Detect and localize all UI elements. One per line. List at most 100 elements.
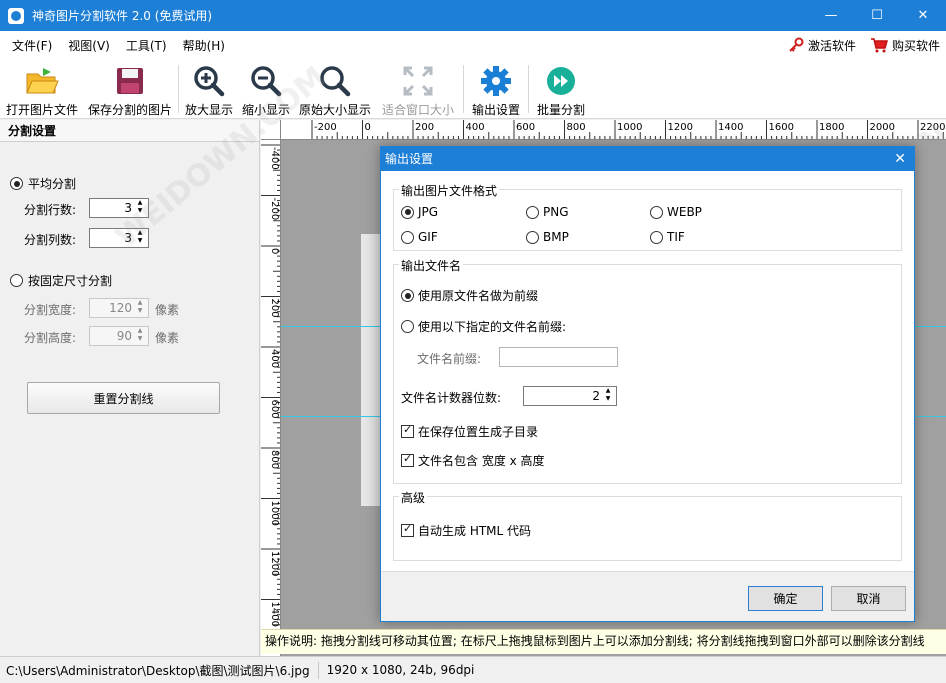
ruler-label: 800	[269, 450, 280, 469]
zoom-out-label: 缩小显示	[241, 103, 290, 117]
ruler-top-ticks: -200 0 200 400 600 800 1000 1200 1400 1600 1800 200…	[311, 120, 945, 139]
format-jpg-radio[interactable]: JPG	[401, 205, 438, 219]
auto-html-checkbox[interactable]: 自动生成 HTML 代码	[401, 522, 531, 539]
counter-stepper[interactable]: 2 ▲ ▼	[523, 386, 617, 406]
ruler-left-ticks: -400 -200 0 200 400 600 800 1000 1200 1400	[261, 144, 280, 646]
zoom-out-button[interactable]: 缩小显示	[237, 59, 295, 119]
image-info: 1920 x 1080, 24b, 96dpi	[326, 663, 475, 677]
height-stepper[interactable]: 90 ▲ ▼	[89, 326, 149, 346]
save-split-button[interactable]: 保存分割的图片	[84, 59, 176, 119]
save-split-label: 保存分割的图片	[87, 103, 172, 117]
format-tif-label: TIF	[667, 230, 685, 244]
menu-help[interactable]: 帮助(H)	[175, 37, 233, 54]
auto-html-label: 自动生成 HTML 代码	[418, 524, 532, 538]
zoom-in-label: 放大显示	[184, 103, 233, 117]
menu-view[interactable]: 视图(V)	[60, 37, 118, 54]
ruler-label: -400	[269, 147, 280, 170]
minimize-button[interactable]: —	[808, 0, 854, 31]
cancel-button[interactable]: 取消	[831, 586, 906, 611]
ruler-label: 2000	[870, 122, 895, 133]
format-tif-radio[interactable]: TIF	[650, 230, 685, 244]
ruler-label: 400	[269, 349, 280, 368]
maximize-button[interactable]: ☐	[854, 0, 900, 31]
format-jpg-label: JPG	[418, 205, 439, 219]
output-settings-dialog: 输出设置 ✕ 输出图片文件格式 JPG PNG WEBP GIF BMP TIF…	[380, 146, 915, 622]
stepper-arrows-icon[interactable]: ▲ ▼	[134, 229, 146, 247]
format-png-radio[interactable]: PNG	[526, 205, 569, 219]
menu-tools[interactable]: 工具(T)	[118, 37, 175, 54]
buy-link[interactable]: 购买软件	[870, 37, 940, 54]
ruler-left[interactable]: -400 -200 0 200 400 600 800 1000 1200 1400	[261, 140, 281, 656]
use-custom-prefix-label: 使用以下指定的文件名前缀:	[418, 320, 567, 334]
checkbox-indicator	[401, 452, 414, 467]
zoom-out-icon	[251, 66, 282, 97]
stepper-arrows-icon[interactable]: ▲ ▼	[134, 327, 146, 345]
dialog-footer: 确定 取消	[381, 571, 914, 621]
app-icon	[8, 7, 24, 24]
floppy-disk-icon	[117, 68, 143, 94]
ruler-label: 600	[516, 122, 535, 133]
width-stepper[interactable]: 120 ▲ ▼	[89, 298, 149, 318]
dialog-close-icon[interactable]: ✕	[894, 147, 906, 171]
output-settings-button[interactable]: 输出设置	[466, 59, 526, 119]
use-custom-prefix-radio[interactable]: 使用以下指定的文件名前缀:	[401, 318, 566, 335]
radio-indicator	[10, 274, 23, 287]
rows-stepper[interactable]: 3 ▲ ▼	[89, 198, 149, 218]
fit-window-button[interactable]: 适合窗口大小	[375, 59, 461, 119]
toolbar: 打开图片文件 保存分割的图片 放大显示 缩小显示 原始大小显示 适合窗口大小 输…	[0, 59, 946, 119]
batch-split-button[interactable]: 批量分割	[531, 59, 591, 119]
rows-value: 3	[124, 201, 132, 215]
open-image-label: 打开图片文件	[5, 103, 78, 117]
format-gif-radio[interactable]: GIF	[401, 230, 438, 244]
buy-label: 购买软件	[891, 38, 940, 53]
ruler-label: 600	[269, 400, 280, 419]
format-webp-radio[interactable]: WEBP	[650, 205, 702, 219]
ruler-label: -200	[269, 198, 280, 221]
stepper-arrows-icon[interactable]: ▲ ▼	[134, 199, 146, 217]
status-bar: C:\Users\Administrator\Desktop\截图\测试图片\6…	[0, 656, 946, 683]
use-original-name-radio[interactable]: 使用原文件名做为前缀	[401, 287, 538, 304]
ruler-label: 800	[567, 122, 586, 133]
ruler-label: 1200	[668, 122, 693, 133]
advanced-group-title: 高级	[399, 489, 428, 506]
close-button[interactable]: ✕	[900, 0, 946, 31]
ruler-corner	[261, 120, 281, 140]
ruler-label: 200	[269, 299, 280, 318]
fit-window-label: 适合窗口大小	[381, 103, 454, 117]
toolbar-separator	[178, 65, 179, 113]
original-size-label: 原始大小显示	[298, 103, 371, 117]
fixed-split-radio[interactable]: 按固定尺寸分割	[10, 272, 112, 289]
format-bmp-radio[interactable]: BMP	[526, 230, 569, 244]
open-image-button[interactable]: 打开图片文件	[0, 59, 84, 119]
radio-indicator	[650, 230, 663, 244]
ok-button[interactable]: 确定	[748, 586, 823, 611]
stepper-arrows-icon[interactable]: ▲ ▼	[134, 299, 146, 317]
batch-split-label: 批量分割	[536, 103, 585, 117]
counter-value: 2	[592, 389, 600, 403]
activate-link[interactable]: 激活软件	[788, 37, 856, 54]
split-settings-panel: 分割设置 平均分割 分割行数: 3 ▲ ▼ 分割列数: 3 ▲ ▼ 按固定尺寸分割 …	[0, 120, 260, 656]
toolbar-separator	[528, 65, 529, 113]
format-group-title: 输出图片文件格式	[399, 182, 500, 199]
include-size-checkbox[interactable]: 文件名包含 宽度 x 高度	[401, 452, 545, 469]
menu-file[interactable]: 文件(F)	[0, 37, 60, 54]
zoom-in-icon	[194, 66, 225, 97]
cols-stepper[interactable]: 3 ▲ ▼	[89, 228, 149, 248]
subdir-checkbox[interactable]: 在保存位置生成子目录	[401, 423, 538, 440]
prefix-input[interactable]	[499, 347, 618, 367]
fast-forward-icon	[547, 67, 575, 95]
activate-label: 激活软件	[807, 38, 856, 53]
radio-indicator	[526, 230, 539, 244]
dialog-title: 输出设置	[385, 152, 434, 166]
even-split-radio[interactable]: 平均分割	[10, 175, 76, 192]
key-icon	[789, 37, 804, 52]
ruler-label: 1800	[819, 122, 844, 133]
zoom-in-button[interactable]: 放大显示	[181, 59, 237, 119]
radio-indicator	[401, 320, 414, 333]
reset-lines-button[interactable]: 重置分割线	[27, 382, 220, 414]
ruler-top[interactable]: -200 0 200 400 600 800 1000 1200 1400 1600 1800 200…	[281, 120, 946, 140]
stepper-arrows-icon[interactable]: ▲ ▼	[602, 387, 614, 405]
format-bmp-label: BMP	[543, 230, 569, 244]
original-size-button[interactable]: 原始大小显示	[295, 59, 375, 119]
width-label: 分割宽度:	[24, 303, 77, 317]
